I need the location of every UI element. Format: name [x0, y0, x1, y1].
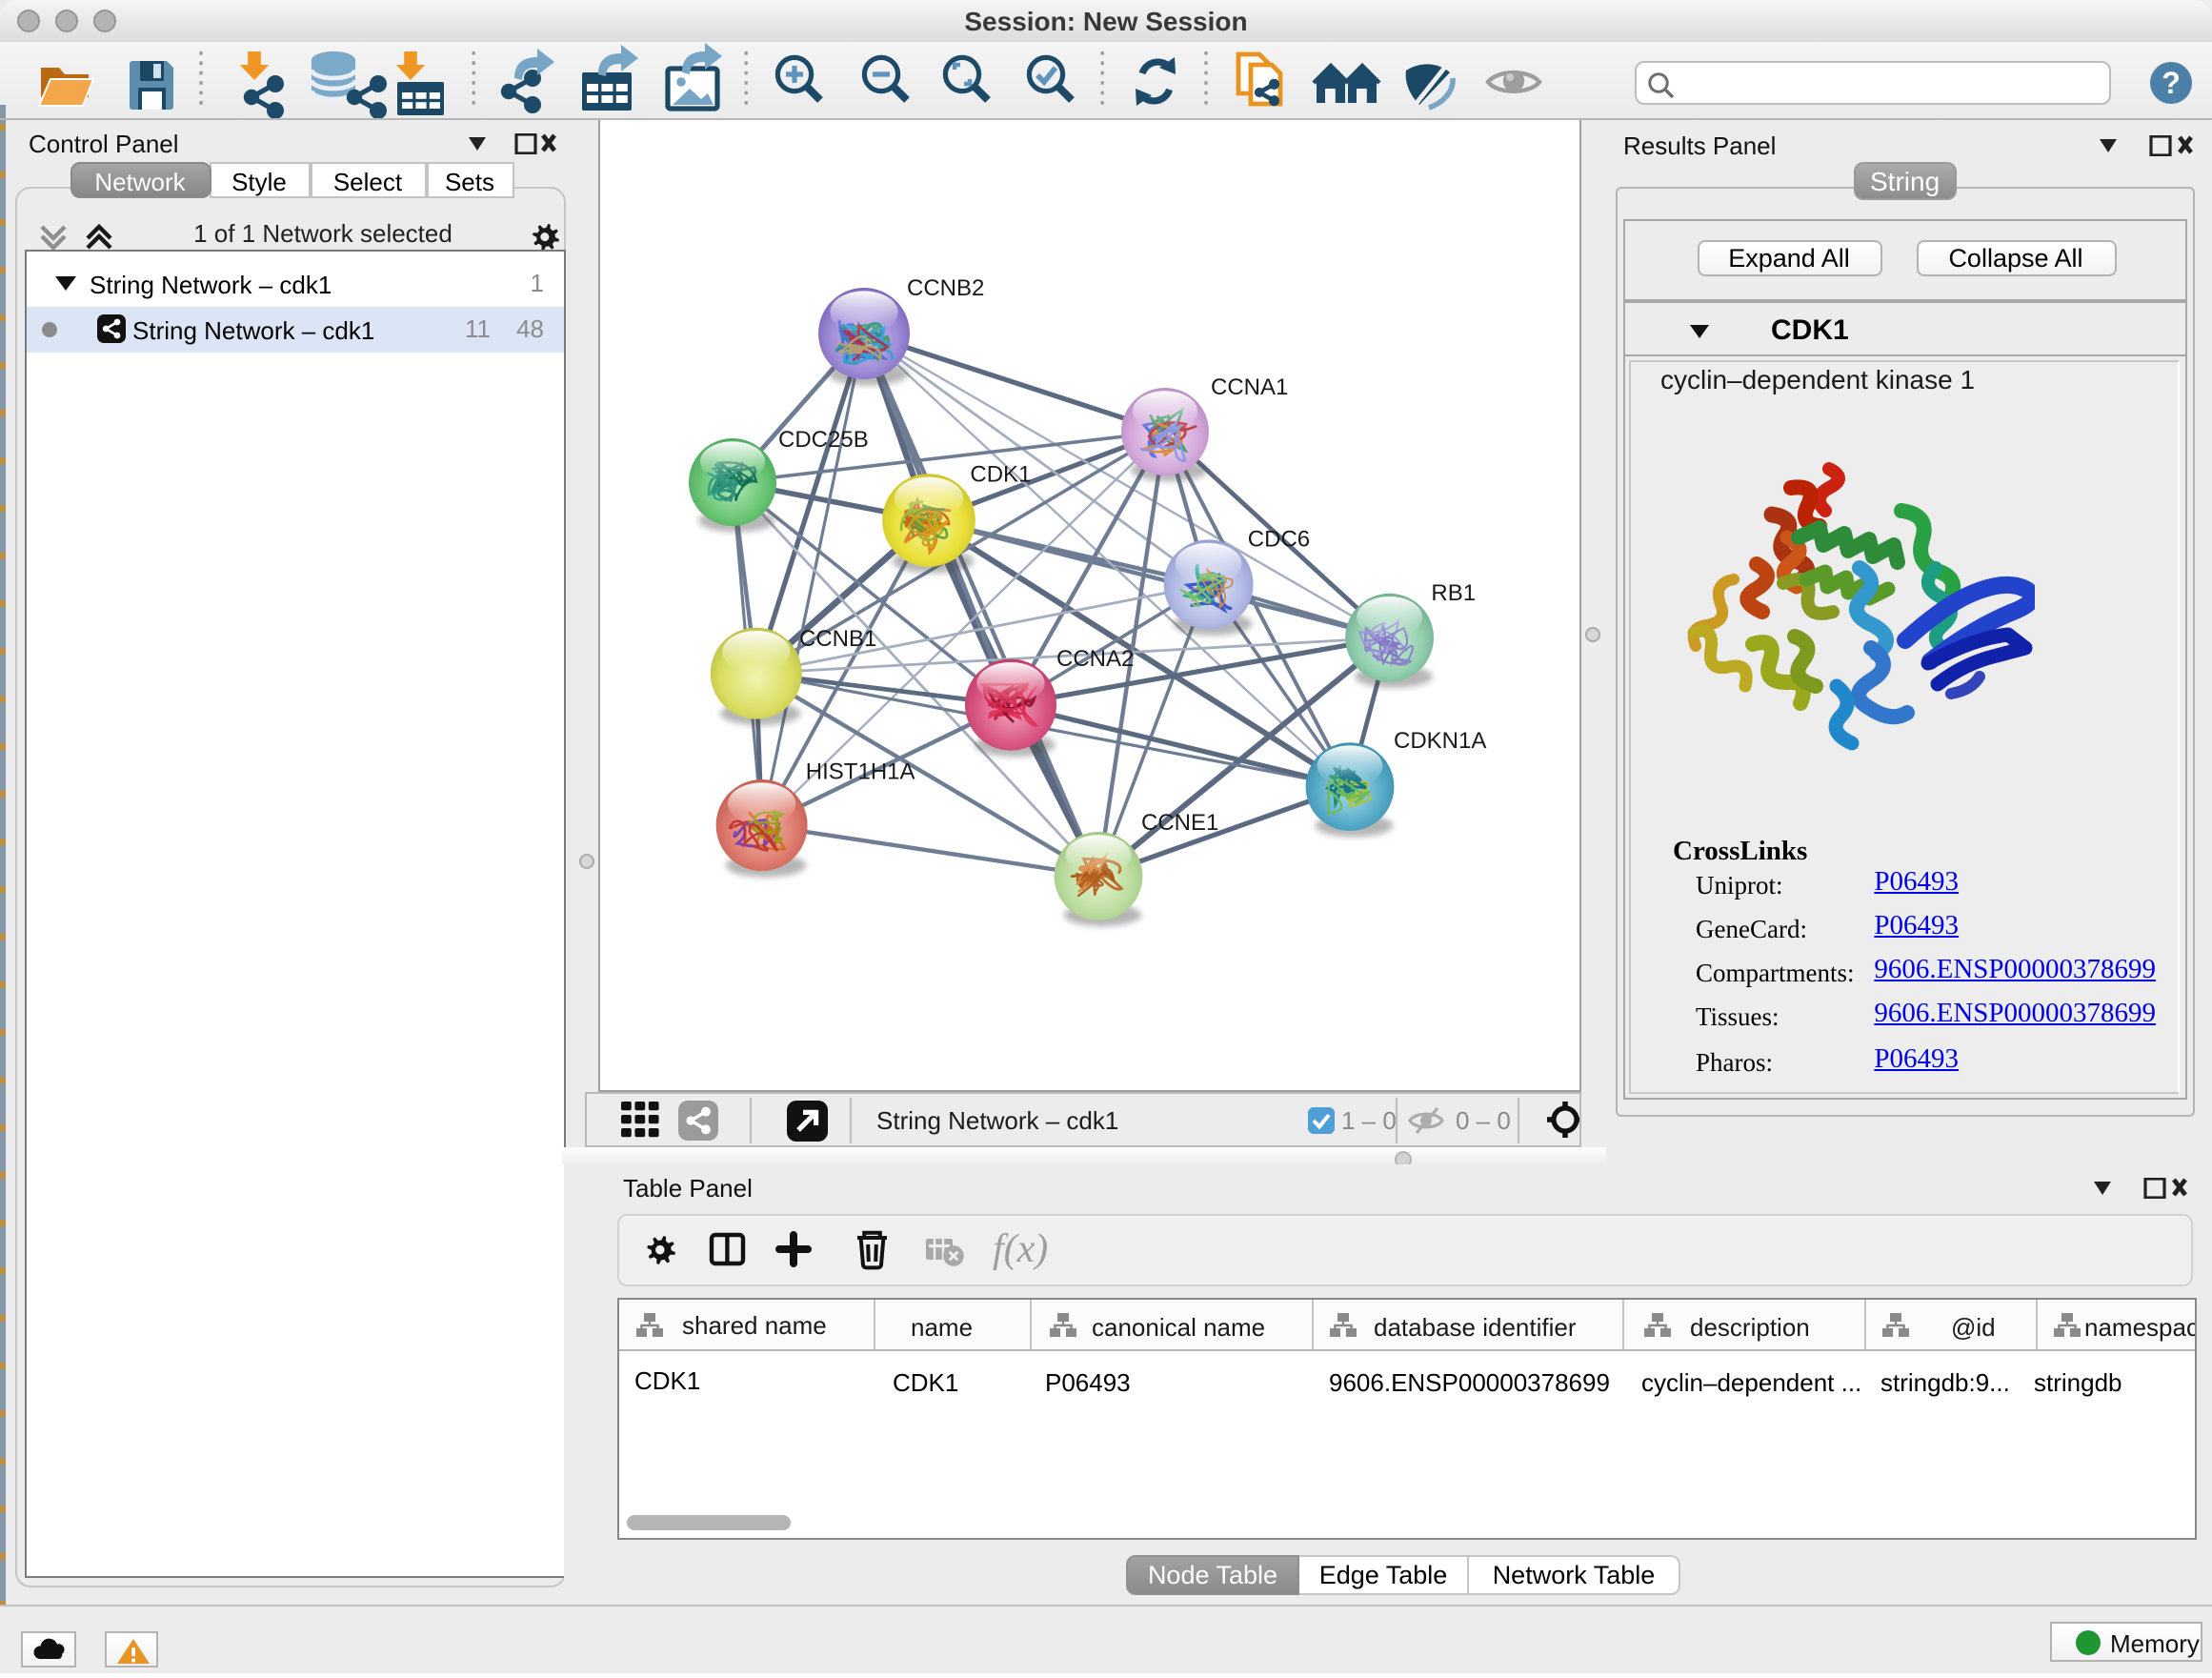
svg-text:?: ?: [2162, 66, 2181, 100]
svg-text:CDKN1A: CDKN1A: [1393, 728, 1485, 754]
svg-text:HIST1H1A: HIST1H1A: [805, 758, 915, 784]
svg-text:RB1: RB1: [1430, 580, 1475, 606]
svg-text:CCNE1: CCNE1: [1140, 810, 1217, 836]
svg-text:namespac: namespac: [2084, 1312, 2195, 1341]
svg-text:String Network – cdk1: String Network – cdk1: [876, 1105, 1118, 1134]
svg-text:CDK1: CDK1: [634, 1365, 700, 1394]
svg-text:stringdb: stringdb: [2034, 1367, 2122, 1396]
svg-text:description: description: [1690, 1312, 1810, 1341]
svg-text:shared name: shared name: [682, 1310, 827, 1339]
svg-text:CCNB1: CCNB1: [798, 626, 875, 652]
svg-text:name: name: [911, 1312, 973, 1341]
svg-text:f(x): f(x): [993, 1227, 1048, 1271]
svg-text:CCNB2: CCNB2: [906, 275, 983, 301]
svg-text:CCNA2: CCNA2: [1056, 646, 1133, 672]
svg-text:CDK1: CDK1: [893, 1367, 958, 1396]
svg-text:CDK1: CDK1: [969, 462, 1030, 488]
svg-text:cyclin–dependent ...: cyclin–dependent ...: [1641, 1367, 1861, 1396]
svg-text:CCNA1: CCNA1: [1210, 374, 1287, 400]
svg-text:0 – 0: 0 – 0: [1456, 1105, 1511, 1134]
svg-text:@id: @id: [1951, 1312, 1996, 1341]
svg-text:CDC25B: CDC25B: [777, 427, 868, 453]
svg-text:CDC6: CDC6: [1247, 526, 1309, 552]
svg-text:database identifier: database identifier: [1374, 1312, 1577, 1341]
svg-text:9606.ENSP00000378699: 9606.ENSP00000378699: [1329, 1367, 1610, 1396]
svg-text:P06493: P06493: [1045, 1367, 1131, 1396]
svg-text:canonical name: canonical name: [1092, 1312, 1265, 1341]
svg-text:stringdb:9...: stringdb:9...: [1880, 1367, 2010, 1396]
svg-text:1 – 0: 1 – 0: [1341, 1105, 1397, 1134]
